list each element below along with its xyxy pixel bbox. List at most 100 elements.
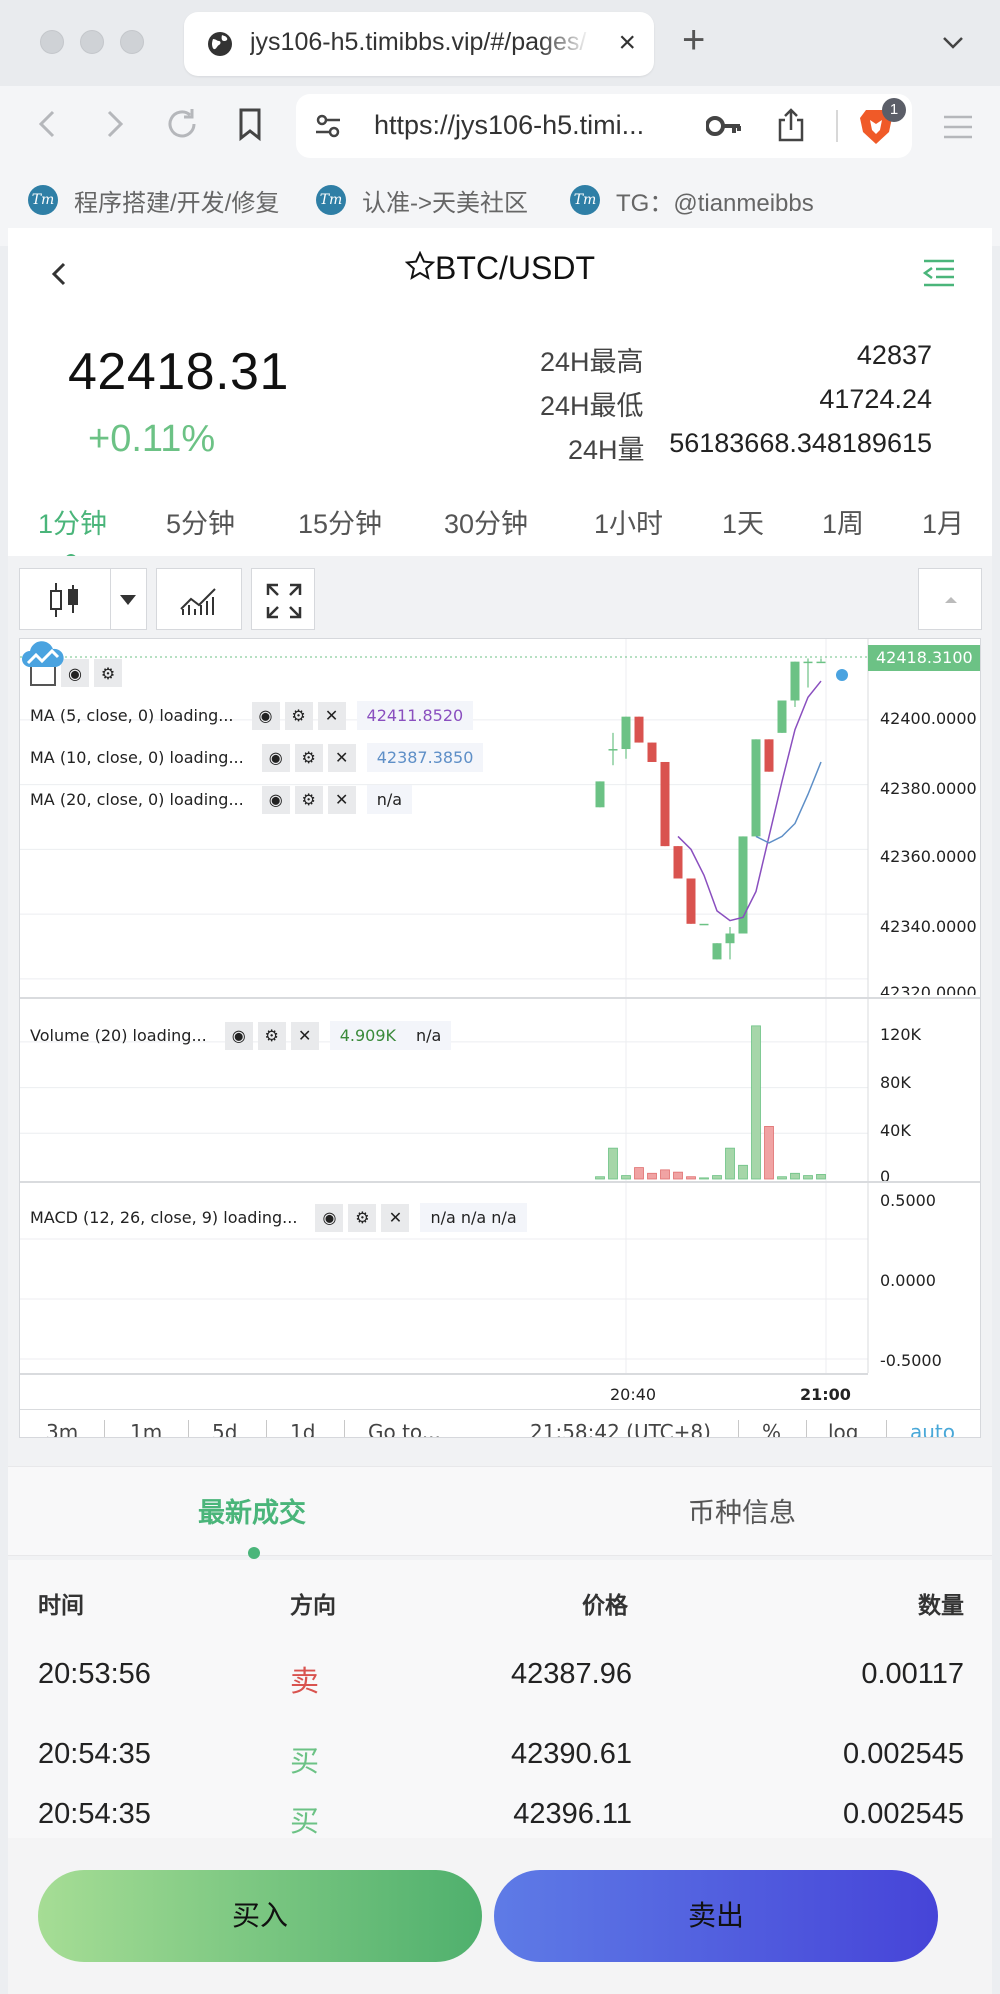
collapse-toolbar-button[interactable] <box>918 568 982 630</box>
tab-close-icon[interactable]: × <box>618 26 636 60</box>
browser-tab[interactable]: jys106-h5.timibbs.vip/#/pages/ × <box>184 12 654 76</box>
new-tab-button[interactable]: + <box>682 20 705 60</box>
reload-icon[interactable] <box>162 104 202 144</box>
eye-icon[interactable]: ◉ <box>251 701 280 730</box>
separator <box>188 1420 189 1437</box>
log-scale-toggle[interactable]: log <box>828 1420 859 1437</box>
period-tab-1d[interactable]: 1天 <box>722 502 764 541</box>
chart-canvas[interactable]: ◉ ⚙ MA (5, close, 0) loading... ◉ ⚙ ✕ 42… <box>19 638 981 1438</box>
bookmark-icon[interactable] <box>230 104 270 144</box>
volume-bar <box>673 1171 683 1180</box>
window-zoom-button[interactable] <box>120 30 144 54</box>
auto-scale-toggle[interactable]: auto <box>910 1420 955 1437</box>
tradingview-logo-icon[interactable] <box>20 639 66 669</box>
gear-icon[interactable]: ⚙ <box>94 659 122 687</box>
period-tab-15m[interactable]: 15分钟 <box>298 502 382 541</box>
time-axis-label: 20:40 <box>610 1385 657 1404</box>
back-arrow-icon[interactable] <box>28 104 68 144</box>
eye-icon[interactable]: ◉ <box>261 785 290 814</box>
ma5-line <box>677 680 822 922</box>
menu-icon[interactable] <box>942 114 974 140</box>
menu-list-icon[interactable] <box>922 258 956 288</box>
gear-icon[interactable]: ⚙ <box>348 1203 377 1232</box>
window-minimize-button[interactable] <box>80 30 104 54</box>
address-bar[interactable]: https://jys106-h5.timi... 1 <box>296 94 912 158</box>
separator <box>104 1420 105 1437</box>
high-value: 42837 <box>856 340 932 370</box>
period-tab-1h[interactable]: 1小时 <box>594 502 663 541</box>
bookmark-item[interactable]: Tm 程序搭建/开发/修复 <box>28 182 279 218</box>
chart-type-selector[interactable] <box>19 568 147 630</box>
period-tab-1m[interactable]: 1分钟 <box>38 502 107 541</box>
gear-icon[interactable]: ⚙ <box>294 785 323 814</box>
high-label: 24H最高 <box>540 347 644 377</box>
volume-bars <box>595 1025 826 1180</box>
chart-clock[interactable]: 21:58:42 (UTC+8) <box>530 1420 711 1437</box>
forward-arrow-icon[interactable] <box>94 104 134 144</box>
goto-date-button[interactable]: Go to... <box>368 1420 441 1437</box>
volume-bar <box>790 1172 800 1180</box>
candle-body <box>595 781 605 808</box>
trades-table-header: 时间 方向 价格 数量 <box>8 1560 992 1638</box>
pane-separator[interactable] <box>20 997 980 999</box>
gear-icon[interactable]: ⚙ <box>284 701 313 730</box>
volume-bar <box>751 1025 761 1180</box>
eye-icon[interactable]: ◉ <box>224 1021 253 1050</box>
indicators-icon <box>180 588 216 615</box>
range-3m[interactable]: 3m <box>46 1420 78 1437</box>
eye-icon[interactable]: ◉ <box>315 1203 344 1232</box>
close-icon[interactable]: ✕ <box>381 1203 410 1232</box>
volume-axis-label: 80K <box>880 1073 911 1092</box>
bookmark-item[interactable]: Tm 认准->天美社区 <box>316 182 528 218</box>
site-settings-icon[interactable] <box>314 112 342 140</box>
close-icon[interactable]: ✕ <box>327 743 356 772</box>
period-tab-1w[interactable]: 1周 <box>822 502 864 541</box>
window-close-button[interactable] <box>40 30 64 54</box>
period-tab-1mo[interactable]: 1月 <box>922 502 964 541</box>
range-5d[interactable]: 5d <box>212 1420 237 1437</box>
gear-icon[interactable]: ⚙ <box>257 1021 286 1050</box>
pane-separator[interactable] <box>20 1181 980 1183</box>
macd-axis-label: 0.0000 <box>880 1271 936 1290</box>
buy-button[interactable]: 买入 <box>38 1870 482 1962</box>
volume-value: 56183668.348189615 <box>669 428 932 458</box>
globe-icon <box>208 32 232 56</box>
share-icon[interactable] <box>776 108 806 142</box>
tab-latest-trades[interactable]: 最新成交 <box>198 1491 306 1530</box>
tab-coin-info[interactable]: 币种信息 <box>688 1491 796 1530</box>
separator <box>266 1420 267 1437</box>
close-icon[interactable]: ✕ <box>317 701 346 730</box>
trade-time: 20:54:35 <box>38 1798 151 1830</box>
fullscreen-button[interactable] <box>251 568 315 630</box>
candle-body <box>790 661 800 701</box>
separator <box>344 1420 345 1437</box>
gear-icon[interactable]: ⚙ <box>294 743 323 772</box>
macd-axis-label: -0.5000 <box>880 1351 942 1370</box>
price-change: +0.11% <box>88 418 216 460</box>
realtime-dot <box>836 669 848 681</box>
volume-bar <box>595 1176 605 1180</box>
candle-body <box>608 749 618 751</box>
range-1m[interactable]: 1m <box>130 1420 162 1437</box>
dropdown-caret-icon[interactable] <box>118 593 138 607</box>
candle-body <box>803 661 813 664</box>
url-text[interactable]: https://jys106-h5.timi... <box>374 110 644 141</box>
legend-ma20: MA (20, close, 0) loading... ◉ ⚙ ✕ n/a <box>30 785 413 814</box>
eye-icon[interactable]: ◉ <box>261 743 290 772</box>
low-value: 41724.24 <box>819 384 932 414</box>
chart-bottom-bar: 3m 1m 5d 1d Go to... 21:58:42 (UTC+8) % … <box>20 1409 980 1437</box>
tab-title: jys106-h5.timibbs.vip/#/pages/ <box>250 28 587 56</box>
bookmark-item[interactable]: Tm TG：@tianmeibbs <box>570 182 814 218</box>
close-icon[interactable]: ✕ <box>290 1021 319 1050</box>
period-tab-30m[interactable]: 30分钟 <box>444 502 528 541</box>
percent-scale-toggle[interactable]: % <box>762 1420 781 1437</box>
range-1d[interactable]: 1d <box>290 1420 315 1437</box>
chevron-down-icon[interactable] <box>940 30 966 56</box>
period-tab-5m[interactable]: 5分钟 <box>166 502 235 541</box>
indicators-button[interactable] <box>156 568 242 630</box>
sell-button[interactable]: 卖出 <box>494 1870 938 1962</box>
favorite-star-icon[interactable] <box>405 251 435 281</box>
trade-side: 卖 <box>290 1666 320 1698</box>
key-icon[interactable] <box>706 112 742 140</box>
close-icon[interactable]: ✕ <box>327 785 356 814</box>
